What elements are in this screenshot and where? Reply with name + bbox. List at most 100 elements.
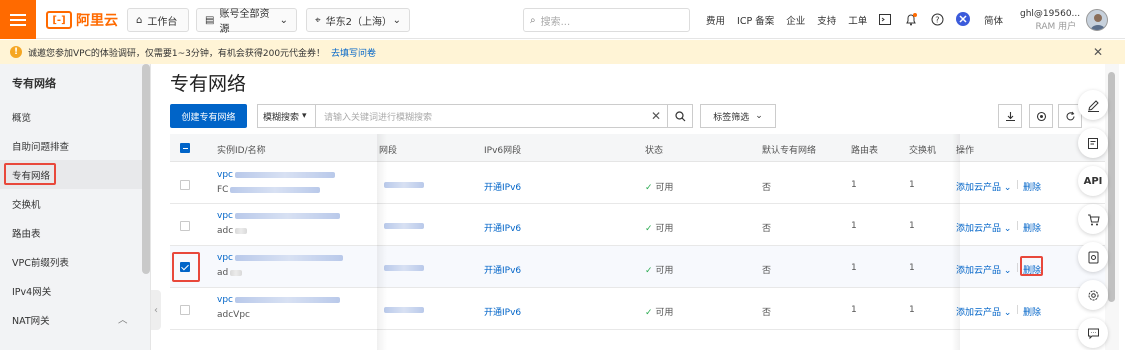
gear-icon[interactable] [1078,280,1108,310]
tag-filter-label: 标签筛选 [713,112,750,123]
nav-link-billing[interactable]: 费用 [700,13,731,27]
language-switch[interactable]: 简体 [984,13,1003,27]
col-vswitch: 交换机 [909,146,937,156]
chevron-up-icon: ︿ [118,315,128,326]
notification-bell-icon[interactable] [904,12,918,26]
route-table-count: 1 [851,180,857,190]
highlight-box [1020,256,1043,276]
nav-link-ticket[interactable]: 工单 [842,13,873,27]
delete-link[interactable]: 删除 [1023,305,1041,318]
enable-ipv6-link[interactable]: 开通IPv6 [484,263,521,276]
brand-name: 阿里云 [76,13,118,29]
instance-name: adc [217,226,248,236]
account-scope-dropdown[interactable]: ▤ 账号全部资源 ⌄ [196,8,297,35]
cart-icon[interactable] [1078,204,1108,234]
sidebar-item-vswitch[interactable]: 交换机 [0,189,150,218]
nav-link-enterprise[interactable]: 企业 [780,13,811,27]
edit-icon[interactable] [1078,90,1108,120]
delete-link[interactable]: 删除 [1023,221,1041,234]
row-checkbox[interactable] [180,221,190,231]
api-label: API [1083,175,1103,187]
highlight-box [4,163,56,185]
sidebar-item-troubleshoot[interactable]: 自助问题排查 [0,131,150,160]
instance-id-link[interactable]: vpc [217,253,343,263]
status-text: 可用 [655,224,674,234]
row-checkbox[interactable] [180,180,190,190]
default-vpc-value: 否 [762,224,772,234]
sidebar-item-route-table[interactable]: 路由表 [0,218,150,247]
close-icon[interactable]: ✕ [1093,45,1103,59]
col-route-table: 路由表 [851,146,879,156]
instance-name-prefix: adc [217,226,234,236]
enable-ipv6-link[interactable]: 开通IPv6 [484,221,521,234]
chevron-down-icon: ⌄ [1003,224,1012,234]
instance-id-prefix: vpc [217,211,233,221]
col-instance-id: 实例ID/名称 [217,146,266,156]
workbench-button[interactable]: ⌂ 工作台 [127,8,189,32]
create-vpc-button[interactable]: 创建专有网络 [170,104,247,128]
route-table-count: 1 [851,221,857,231]
sidebar-item-nat-gateway[interactable]: NAT网关 ︿ [0,305,150,334]
chat-icon[interactable] [1078,318,1108,348]
instance-name-prefix: FC [217,185,229,195]
sidebar-item-overview[interactable]: 概览 [0,102,150,131]
instance-id-link[interactable]: vpc [217,295,340,305]
enable-ipv6-link[interactable]: 开通IPv6 [484,180,521,193]
user-name: ghl@19560... [1020,9,1081,19]
search-input[interactable]: 请输入关键词进行模糊搜索 ✕ [315,104,668,128]
sidebar-item-prefix-list[interactable]: VPC前缀列表 [0,247,150,276]
tag-filter-dropdown[interactable]: 标签筛选 ⌄ [700,104,776,128]
download-icon[interactable] [998,104,1022,128]
sidebar-item-vpc[interactable]: 专有网络 [0,160,150,189]
col-ipv6: IPv6网段 [484,146,522,156]
row-checkbox[interactable] [180,305,190,315]
search-icon [674,110,685,121]
enable-ipv6-link[interactable]: 开通IPv6 [484,305,521,318]
account-scope-label: 账号全部资源 [219,9,270,35]
vswitch-count: 1 [909,180,915,190]
sidebar-item-ipv4-gateway[interactable]: IPv4网关 [0,276,150,305]
aliyun-logo[interactable]: [-] 阿里云 [46,9,118,31]
api-icon[interactable]: API [1078,166,1108,196]
help-icon[interactable]: ? [930,12,944,26]
check-icon: ✓ [645,266,653,276]
notes-icon[interactable] [1078,128,1108,158]
cidr-value [384,221,424,231]
add-cloud-product-label: 添加云产品 [956,183,1002,193]
search-mode-select[interactable]: 模糊搜索 ▾ [257,104,315,128]
add-cloud-product-dropdown[interactable]: 添加云产品 ⌄ [956,221,1011,234]
instance-id-link[interactable]: vpc [217,211,340,221]
status-text: 可用 [655,266,674,276]
nav-link-support[interactable]: 支持 [811,13,842,27]
survey-link[interactable]: 去填写问卷 [331,46,376,59]
assistant-icon[interactable] [956,12,970,26]
delete-link[interactable]: 删除 [1023,180,1041,193]
app-icon[interactable] [1078,242,1108,272]
add-cloud-product-dropdown[interactable]: 添加云产品 ⌄ [956,305,1011,318]
region-dropdown[interactable]: ⌖ 华东2（上海） ⌄ [306,8,410,32]
search-button[interactable] [668,104,693,128]
settings-icon[interactable] [1029,104,1053,128]
vswitch-count: 1 [909,221,915,231]
instance-id-link[interactable]: vpc [217,170,335,180]
cidr-value [384,305,424,315]
menu-icon[interactable] [0,0,36,39]
separator: | [1016,180,1020,190]
separator: | [1016,263,1020,273]
add-cloud-product-dropdown[interactable]: 添加云产品 ⌄ [956,263,1011,276]
select-all-checkbox[interactable] [180,143,190,153]
user-info[interactable]: ghl@19560... RAM 用户 [1020,8,1080,34]
status-badge: ✓ 可用 [645,305,673,318]
add-cloud-product-dropdown[interactable]: 添加云产品 ⌄ [956,180,1011,193]
global-search-input[interactable]: ⌕ 搜索... [523,8,690,32]
cidr-value [384,263,424,273]
sidebar-scrollbar[interactable] [142,64,150,274]
table-row: vpc adcVpc 开通IPv6 ✓ 可用 否 1 1 添加云产品 ⌄ | 删… [170,288,1105,330]
terminal-icon[interactable] [878,12,892,26]
sidebar: 专有网络 概览 自助问题排查 专有网络 交换机 路由表 VPC前缀列表 IPv4… [0,64,151,350]
clear-icon[interactable]: ✕ [651,109,661,123]
table-row: vpc adc 开通IPv6 ✓ 可用 否 1 1 添加云产品 ⌄ | 删除 [170,204,1105,246]
page-title: 专有网络 [170,73,247,95]
nav-link-icp[interactable]: ICP 备案 [731,13,780,27]
avatar[interactable] [1086,9,1108,31]
